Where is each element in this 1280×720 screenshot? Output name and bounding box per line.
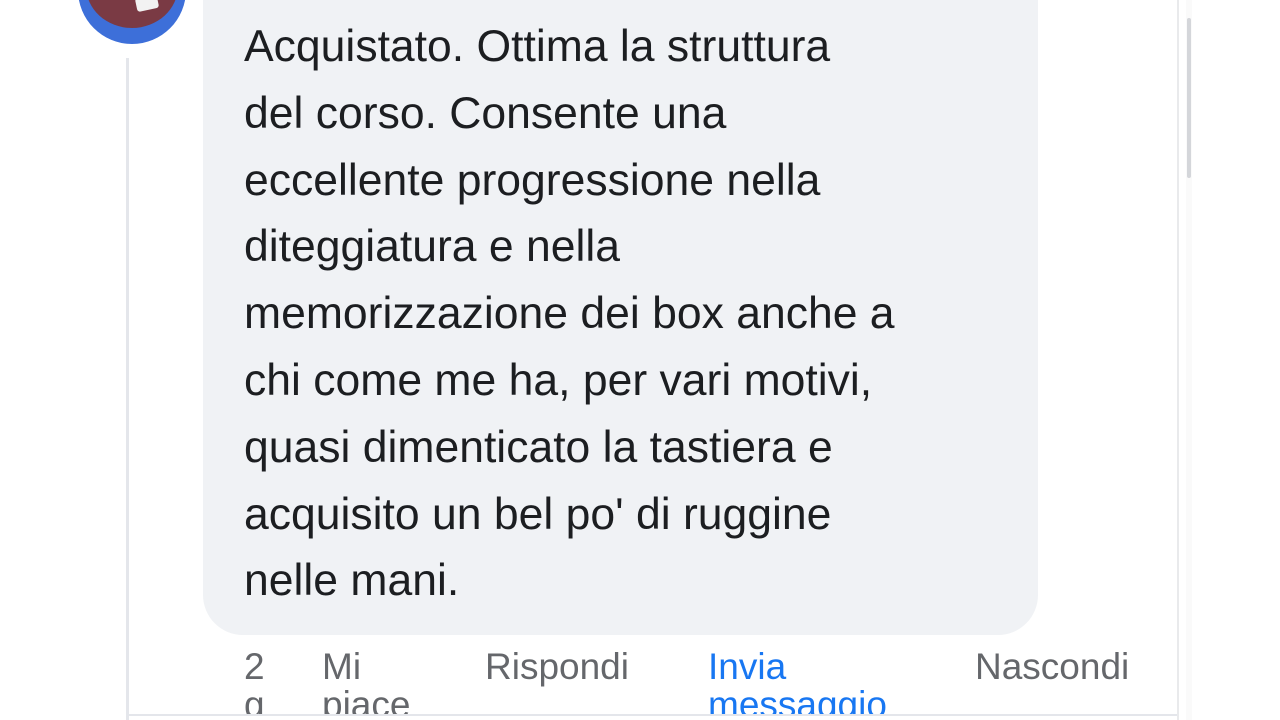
avatar[interactable] <box>78 0 186 44</box>
scrollbar-thumb[interactable] <box>1187 18 1191 178</box>
comment-text: Acquistato. Ottima la struttura del cors… <box>244 22 895 606</box>
hide-button[interactable]: Nascondi <box>975 648 1129 686</box>
panel-bottom-border <box>126 714 1179 716</box>
reply-button[interactable]: Rispondi <box>485 648 629 686</box>
send-message-button[interactable]: Invia messaggio <box>708 648 887 714</box>
panel-right-border <box>1177 0 1179 720</box>
thread-line <box>126 58 129 720</box>
like-button[interactable]: Mi piace <box>322 648 410 714</box>
comment-actions: 2 g Mi piace Rispondi Invia messaggio Na… <box>0 648 1280 714</box>
comment-thread: Acquistato. Ottima la struttura del cors… <box>0 0 1280 720</box>
timestamp-link[interactable]: 2 g <box>244 648 265 714</box>
avatar-image <box>86 0 178 28</box>
